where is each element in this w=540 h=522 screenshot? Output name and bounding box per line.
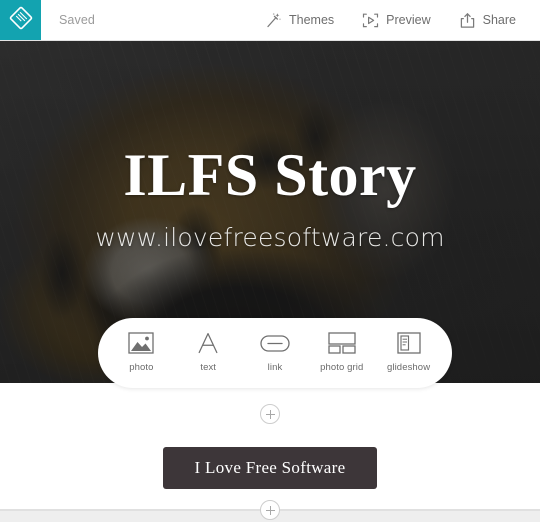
add-block-button-bottom[interactable] <box>260 500 280 520</box>
glideshow-icon <box>396 331 421 355</box>
top-toolbar: Saved Themes Preview Share <box>0 0 540 41</box>
widget-photo-grid-label: photo grid <box>320 362 364 373</box>
document-diamond-logo-icon <box>8 5 34 36</box>
share-upload-icon <box>459 12 476 29</box>
widget-link-label: link <box>267 362 283 373</box>
widget-photo[interactable]: photo <box>108 331 174 375</box>
widget-glideshow-label: glideshow <box>387 362 431 373</box>
hero-text-block: ILFS Story www.ilovefreesoftware.com <box>0 144 540 253</box>
widget-picker-panel: photo text link photo grid glideshow <box>98 318 452 388</box>
preview-button[interactable]: Preview <box>348 0 444 40</box>
widget-text[interactable]: text <box>175 331 241 375</box>
page-title[interactable]: ILFS Story <box>0 144 540 207</box>
themes-label: Themes <box>289 13 335 27</box>
photo-icon <box>128 331 155 355</box>
adobe-spark-page-editor: Saved Themes Preview Share ILFS Story ww… <box>0 0 540 522</box>
text-a-icon <box>196 331 220 355</box>
magic-wand-icon <box>265 12 282 29</box>
widget-link[interactable]: link <box>242 331 308 375</box>
share-label: Share <box>482 13 516 27</box>
link-pill-icon <box>260 331 290 355</box>
widget-text-label: text <box>200 362 217 373</box>
app-logo-button[interactable] <box>0 0 41 40</box>
widget-glideshow[interactable]: glideshow <box>376 331 442 375</box>
cta-block: I Love Free Software <box>0 447 540 490</box>
cta-button[interactable]: I Love Free Software <box>162 447 378 490</box>
play-frame-icon <box>362 12 379 29</box>
toolbar-actions: Themes Preview Share <box>251 0 540 40</box>
photo-grid-icon <box>328 331 356 355</box>
themes-button[interactable]: Themes <box>251 0 348 40</box>
widget-photo-grid[interactable]: photo grid <box>309 331 375 375</box>
page-subtitle[interactable]: www.ilovefreesoftware.com <box>0 223 540 252</box>
save-status-label: Saved <box>59 13 95 27</box>
widget-photo-label: photo <box>129 362 154 373</box>
preview-label: Preview <box>386 13 431 27</box>
add-block-button-top[interactable] <box>260 404 280 424</box>
share-button[interactable]: Share <box>445 0 530 40</box>
